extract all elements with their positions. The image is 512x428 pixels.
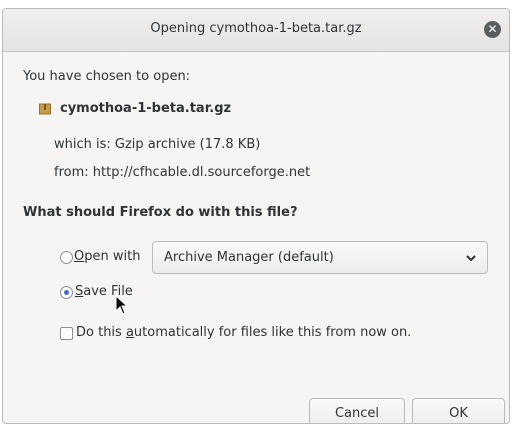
auto-label-pre: Do this xyxy=(76,325,126,340)
auto-checkbox[interactable] xyxy=(60,327,73,340)
auto-label-mnemonic: a xyxy=(125,325,134,340)
mouse-pointer-icon xyxy=(115,295,129,315)
intro-text: You have chosen to open: xyxy=(23,69,191,84)
cancel-button[interactable]: Cancel xyxy=(309,398,405,423)
close-icon[interactable]: ✕ xyxy=(484,21,501,38)
open-with-mnemonic: O xyxy=(74,249,85,264)
open-with-label[interactable]: Open with xyxy=(74,249,140,264)
open-with-radio[interactable] xyxy=(60,251,73,264)
auto-label-post: utomatically for files like this from no… xyxy=(133,325,412,340)
file-source: from: http://cfhcable.dl.sourceforge.net xyxy=(54,165,311,180)
chevron-down-icon xyxy=(466,255,476,262)
archive-file-icon xyxy=(39,103,51,115)
question-heading: What should Firefox do with this file? xyxy=(23,205,298,220)
file-name: cymothoa-1-beta.tar.gz xyxy=(60,101,232,116)
open-with-select[interactable]: Archive Manager (default) xyxy=(152,241,488,274)
download-dialog: Opening cymothoa-1-beta.tar.gz ✕ You hav… xyxy=(2,8,510,424)
save-file-radio[interactable] xyxy=(60,286,73,299)
file-type: which is: Gzip archive (17.8 KB) xyxy=(54,137,261,152)
ok-button[interactable]: OK xyxy=(412,398,505,423)
open-with-app: Archive Manager (default) xyxy=(164,250,334,265)
dialog-title: Opening cymothoa-1-beta.tar.gz xyxy=(150,21,362,36)
open-with-label-text: pen with xyxy=(84,249,141,264)
auto-label[interactable]: Do this automatically for files like thi… xyxy=(76,325,411,340)
titlebar: Opening cymothoa-1-beta.tar.gz ✕ xyxy=(3,9,509,52)
